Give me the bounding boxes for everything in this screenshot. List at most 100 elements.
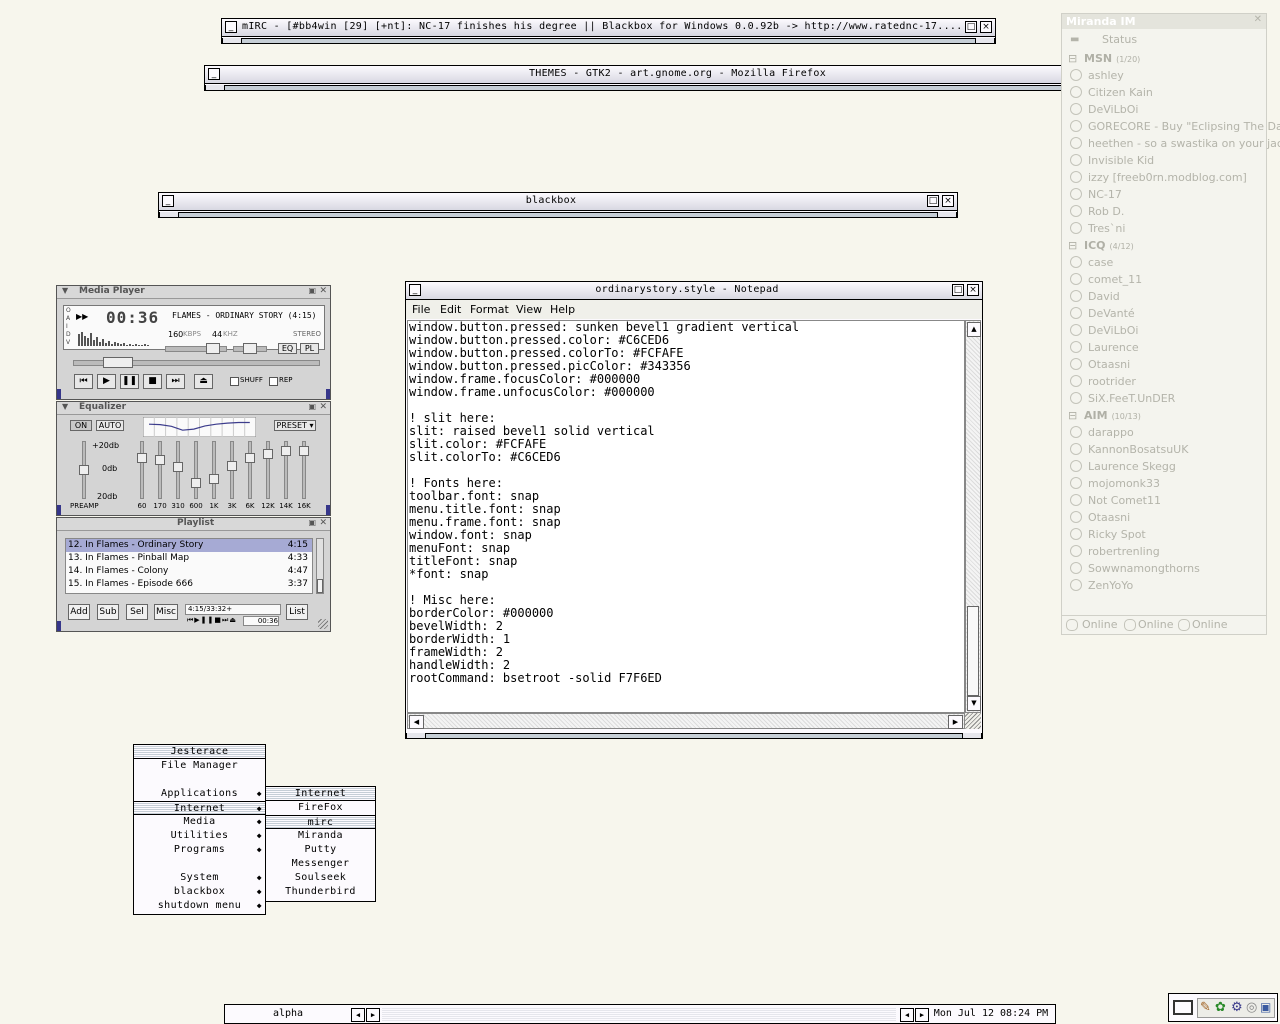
menu-item[interactable]: blackbox ◆ — [134, 885, 265, 899]
minimize-icon[interactable]: _ — [162, 195, 174, 207]
contact-item[interactable]: Otaasni — [1070, 358, 1264, 371]
eq-slider-knob[interactable] — [227, 460, 237, 471]
eq-preset-button[interactable]: PRESET ▾ — [274, 420, 316, 431]
contact-item[interactable]: Otaasni — [1070, 511, 1264, 524]
firefox-titlebar[interactable]: _ THEMES - GTK2 - art.gnome.org - Mozill… — [205, 66, 1164, 84]
submenu-item[interactable]: FireFox — [266, 801, 375, 815]
submenu-item[interactable]: Putty — [266, 843, 375, 857]
menu-item[interactable]: Internet ◆ — [134, 801, 265, 815]
contact-item[interactable]: David — [1070, 290, 1264, 303]
playlist-sel-button[interactable]: Sel — [126, 604, 148, 620]
eq-band-slider[interactable] — [140, 441, 144, 499]
contact-item[interactable]: KannonBosatsuUK — [1070, 443, 1264, 456]
contact-item[interactable]: darappo — [1070, 426, 1264, 439]
shuffle-checkbox[interactable] — [230, 377, 239, 386]
equalizer-window[interactable]: ▼ Equalizer ▣ ✕ ON AUTO PRESET ▾ +20db 0… — [56, 401, 331, 516]
playlist-scrollbar[interactable] — [316, 538, 324, 594]
close-icon[interactable]: ✕ — [319, 402, 327, 412]
workspace-next-icon[interactable]: ▶ — [366, 1008, 380, 1022]
eq-band-slider[interactable] — [212, 441, 216, 499]
menu-file[interactable]: File — [412, 303, 430, 316]
contact-item[interactable]: Laurence Skegg — [1070, 460, 1264, 473]
network-icon[interactable]: ▣ — [1260, 1000, 1271, 1014]
contact-item[interactable]: DeVanté — [1070, 307, 1264, 320]
playlist-item[interactable]: 13. In Flames - Pinball Map 4:33 — [66, 552, 312, 565]
mirc-titlebar[interactable]: _ mIRC - [#bb4win [29] [+nt]: NC-17 fini… — [222, 19, 995, 37]
mirc-window[interactable]: _ mIRC - [#bb4win [29] [+nt]: NC-17 fini… — [221, 18, 996, 44]
minimize-icon[interactable]: _ — [208, 68, 220, 80]
menu-item[interactable]: Media ◆ — [134, 815, 265, 829]
eq-on-button[interactable]: ON — [70, 420, 92, 431]
playlist-list[interactable]: 12. In Flames - Ordinary Story 4:15 13. In… — [65, 538, 313, 594]
workspace-prev-icon[interactable]: ◀ — [351, 1008, 365, 1022]
contact-group[interactable]: ⊟ MSN (1/20) — [1068, 52, 1140, 65]
contact-item[interactable]: DeViLbOi — [1070, 324, 1264, 337]
next-icon[interactable]: ⏭ — [166, 374, 185, 389]
collapse-icon[interactable]: ⊟ — [1068, 52, 1077, 65]
msn-status-icon[interactable] — [1066, 619, 1078, 631]
maximize-icon[interactable]: □ — [927, 195, 939, 207]
contact-group[interactable]: ⊟ ICQ (4/12) — [1068, 239, 1134, 252]
contact-item[interactable]: NC-17 — [1070, 188, 1264, 201]
resize-grip-icon[interactable] — [965, 713, 981, 729]
icq-status[interactable]: Online — [1138, 618, 1173, 631]
vertical-scrollbar[interactable]: ▲ ▼ — [965, 320, 981, 713]
horizontal-scrollbar[interactable]: ◀ ▶ — [407, 713, 965, 729]
menu-item[interactable]: Applications ◆ — [134, 787, 265, 801]
menu-help[interactable]: Help — [550, 303, 575, 316]
scroll-up-icon[interactable]: ▲ — [967, 322, 981, 337]
contact-item[interactable]: Tres`ni — [1070, 222, 1264, 235]
contact-item[interactable]: rootrider — [1070, 375, 1264, 388]
contact-item[interactable]: robertrenling — [1070, 545, 1264, 558]
pl-toggle-button[interactable]: PL — [300, 343, 319, 354]
firefox-window[interactable]: _ THEMES - GTK2 - art.gnome.org - Mozill… — [204, 65, 1165, 91]
msn-status[interactable]: Online — [1082, 618, 1117, 631]
stop-icon[interactable]: ■ — [143, 374, 162, 389]
close-icon[interactable]: × — [967, 284, 979, 296]
pencil-icon[interactable]: ✎ — [1200, 1000, 1211, 1015]
globe-icon[interactable]: ◎ — [1246, 1000, 1257, 1015]
minimize-icon[interactable]: _ — [225, 21, 237, 33]
contact-item[interactable]: Not Comet11 — [1070, 494, 1264, 507]
aim-status[interactable]: Online — [1192, 618, 1227, 631]
close-icon[interactable]: × — [980, 21, 992, 33]
window-prev-icon[interactable]: ◀ — [900, 1008, 914, 1022]
contact-item[interactable]: mojomonk33 — [1070, 477, 1264, 490]
contact-item[interactable]: izzy [freeb0rn.modblog.com] — [1070, 171, 1264, 184]
contact-item[interactable]: Sowwnamongthorns — [1070, 562, 1264, 575]
miranda-window[interactable]: Miranda IM ✕ ▬ Status ⊟ MSN (1/20) ashley C… — [1061, 13, 1280, 635]
equalizer-titlebar[interactable]: ▼ Equalizer ▣ ✕ — [57, 402, 330, 415]
blackbox-handle[interactable] — [159, 212, 957, 217]
menu-item[interactable]: Utilities ◆ — [134, 829, 265, 843]
menu-item[interactable]: shutdown menu ◆ — [134, 899, 265, 913]
playlist-item[interactable]: 12. In Flames - Ordinary Story 4:15 — [66, 539, 312, 552]
playlist-list-button[interactable]: List — [286, 604, 308, 620]
spectrum-visualizer[interactable] — [78, 330, 158, 346]
mini-transport[interactable]: ⏮▶❚❚■⏭⏏ — [187, 616, 237, 625]
menu-format[interactable]: Format — [470, 303, 509, 316]
blackbox-window[interactable]: _ blackbox □ × — [158, 192, 958, 218]
contact-item[interactable]: Citizen Kain — [1070, 86, 1264, 99]
menu-item[interactable]: System ◆ — [134, 871, 265, 885]
eq-band-slider[interactable] — [194, 441, 198, 499]
minimize-icon[interactable]: _ — [409, 284, 421, 296]
eq-slider-knob[interactable] — [191, 478, 201, 489]
playlist-add-button[interactable]: Add — [68, 604, 90, 620]
eq-slider-knob[interactable] — [263, 449, 273, 460]
eject-icon[interactable]: ⏏ — [194, 374, 213, 389]
chevron-down-icon[interactable]: ▼ — [62, 286, 68, 295]
contact-item[interactable]: Ricky Spot — [1070, 528, 1264, 541]
eq-auto-button[interactable]: AUTO — [96, 420, 124, 431]
contact-item[interactable]: ashley — [1070, 69, 1264, 82]
contact-item[interactable]: Invisible Kid — [1070, 154, 1264, 167]
firefox-handle[interactable] — [205, 85, 1164, 90]
icq-status-icon[interactable] — [1124, 619, 1136, 631]
contact-item[interactable]: Rob D. — [1070, 205, 1264, 218]
shade-icon[interactable]: ▣ — [308, 286, 316, 295]
volume-knob[interactable] — [205, 343, 220, 354]
contact-item[interactable]: Laurence — [1070, 341, 1264, 354]
contact-item[interactable]: DeViLbOi — [1070, 103, 1264, 116]
eq-toggle-button[interactable]: EQ — [278, 343, 297, 354]
eq-slider-knob[interactable] — [137, 453, 147, 464]
notepad-text[interactable]: window.button.pressed: sunken bevel1 gra… — [409, 321, 962, 711]
